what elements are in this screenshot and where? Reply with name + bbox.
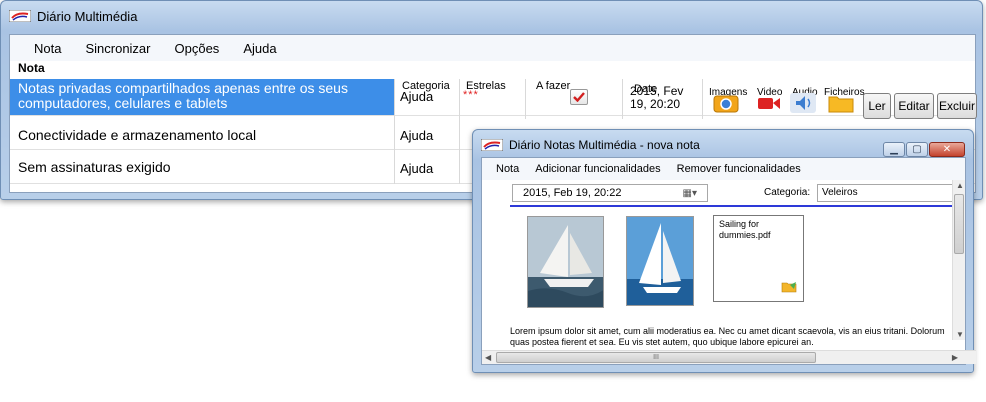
scroll-left-arrow-icon[interactable]: ◀ bbox=[485, 353, 491, 362]
column-divider bbox=[702, 79, 703, 119]
column-divider bbox=[394, 79, 395, 184]
app-logo-icon bbox=[481, 139, 503, 151]
menu-adicionar-funcionalidades[interactable]: Adicionar funcionalidades bbox=[527, 161, 668, 177]
file-name: Sailing for dummies.pdf bbox=[719, 219, 771, 240]
date-value: 2015, Feb 19, 20:22 bbox=[523, 187, 622, 199]
note-category: Ajuda bbox=[400, 128, 434, 143]
note-title-bar[interactable]: Diário Notas Multimédia - nova nota bbox=[481, 136, 700, 154]
date-picker[interactable]: 2015, Feb 19, 20:22 ▦▾ bbox=[512, 184, 708, 202]
pdf-file-item[interactable]: Sailing for dummies.pdf bbox=[713, 215, 804, 302]
vertical-scroll-thumb[interactable] bbox=[954, 194, 964, 254]
new-note-window: Diário Notas Multimédia - nova nota ▁ ▢ … bbox=[472, 129, 976, 373]
sailboat-image-1[interactable] bbox=[527, 216, 604, 308]
note-window-title: Diário Notas Multimédia - nova nota bbox=[509, 138, 700, 152]
app-logo-icon bbox=[9, 10, 31, 22]
close-button[interactable]: ✕ bbox=[929, 142, 965, 157]
menu-sincronizar[interactable]: Sincronizar bbox=[73, 39, 162, 58]
note-category: Ajuda bbox=[400, 89, 434, 104]
column-divider bbox=[459, 79, 460, 184]
accent-divider bbox=[510, 205, 956, 207]
vertical-scrollbar[interactable]: ▲ ▼ bbox=[952, 180, 965, 340]
list-item[interactable]: Notas privadas compartilhados apenas ent… bbox=[10, 79, 977, 119]
video-icon[interactable] bbox=[756, 93, 782, 113]
main-window-title: Diário Multimédia bbox=[37, 8, 138, 24]
menu-ajuda[interactable]: Ajuda bbox=[231, 39, 288, 58]
sailboat-image-2[interactable] bbox=[626, 216, 694, 306]
note-client-area: Nota Adicionar funcionalidades Remover f… bbox=[481, 157, 976, 365]
column-divider bbox=[622, 79, 623, 119]
note-title: Conectividade e armazenamento local bbox=[18, 127, 257, 143]
camera-icon[interactable] bbox=[713, 93, 739, 113]
note-menubar: Nota Adicionar funcionalidades Remover f… bbox=[482, 158, 965, 180]
note-category: Ajuda bbox=[400, 161, 434, 176]
horizontal-scrollbar[interactable]: ◀ III ▶ bbox=[482, 350, 976, 364]
column-divider bbox=[525, 79, 526, 119]
col-header-nota[interactable]: Nota bbox=[10, 61, 388, 77]
menu-remover-funcionalidades[interactable]: Remover funcionalidades bbox=[669, 161, 809, 177]
minimize-button[interactable]: ▁ bbox=[883, 142, 905, 157]
categoria-select[interactable]: Veleiros bbox=[817, 184, 957, 202]
note-date: 2015, Fev 19, 20:20 bbox=[630, 84, 684, 111]
horizontal-scroll-thumb[interactable]: III bbox=[496, 352, 816, 363]
note-stars: *** bbox=[463, 89, 479, 101]
menu-nota[interactable]: Nota bbox=[488, 161, 527, 177]
note-body-text[interactable]: Lorem ipsum dolor sit amet, cum alii mod… bbox=[510, 326, 966, 348]
categoria-label: Categoria: bbox=[764, 187, 811, 198]
calendar-dropdown-icon[interactable]: ▦▾ bbox=[683, 188, 697, 199]
note-caption-buttons: ▁ ▢ ✕ bbox=[883, 142, 965, 157]
menu-opcoes[interactable]: Opções bbox=[163, 39, 232, 58]
menu-nota[interactable]: Nota bbox=[22, 39, 73, 58]
note-title: Sem assinaturas exigido bbox=[18, 159, 171, 175]
pdf-file-icon bbox=[781, 282, 797, 293]
main-title-bar[interactable]: Diário Multimédia bbox=[9, 7, 137, 25]
maximize-button[interactable]: ▢ bbox=[906, 142, 928, 157]
scroll-down-arrow-icon[interactable]: ▼ bbox=[956, 330, 964, 339]
folder-icon[interactable] bbox=[828, 93, 854, 113]
todo-check-icon[interactable] bbox=[570, 89, 588, 105]
audio-speaker-icon[interactable] bbox=[790, 93, 816, 113]
note-title: Notas privadas compartilhados apenas ent… bbox=[10, 79, 394, 115]
scroll-up-arrow-icon[interactable]: ▲ bbox=[956, 181, 964, 190]
scroll-right-arrow-icon[interactable]: ▶ bbox=[952, 353, 958, 362]
main-menubar: Nota Sincronizar Opções Ajuda bbox=[10, 35, 975, 61]
